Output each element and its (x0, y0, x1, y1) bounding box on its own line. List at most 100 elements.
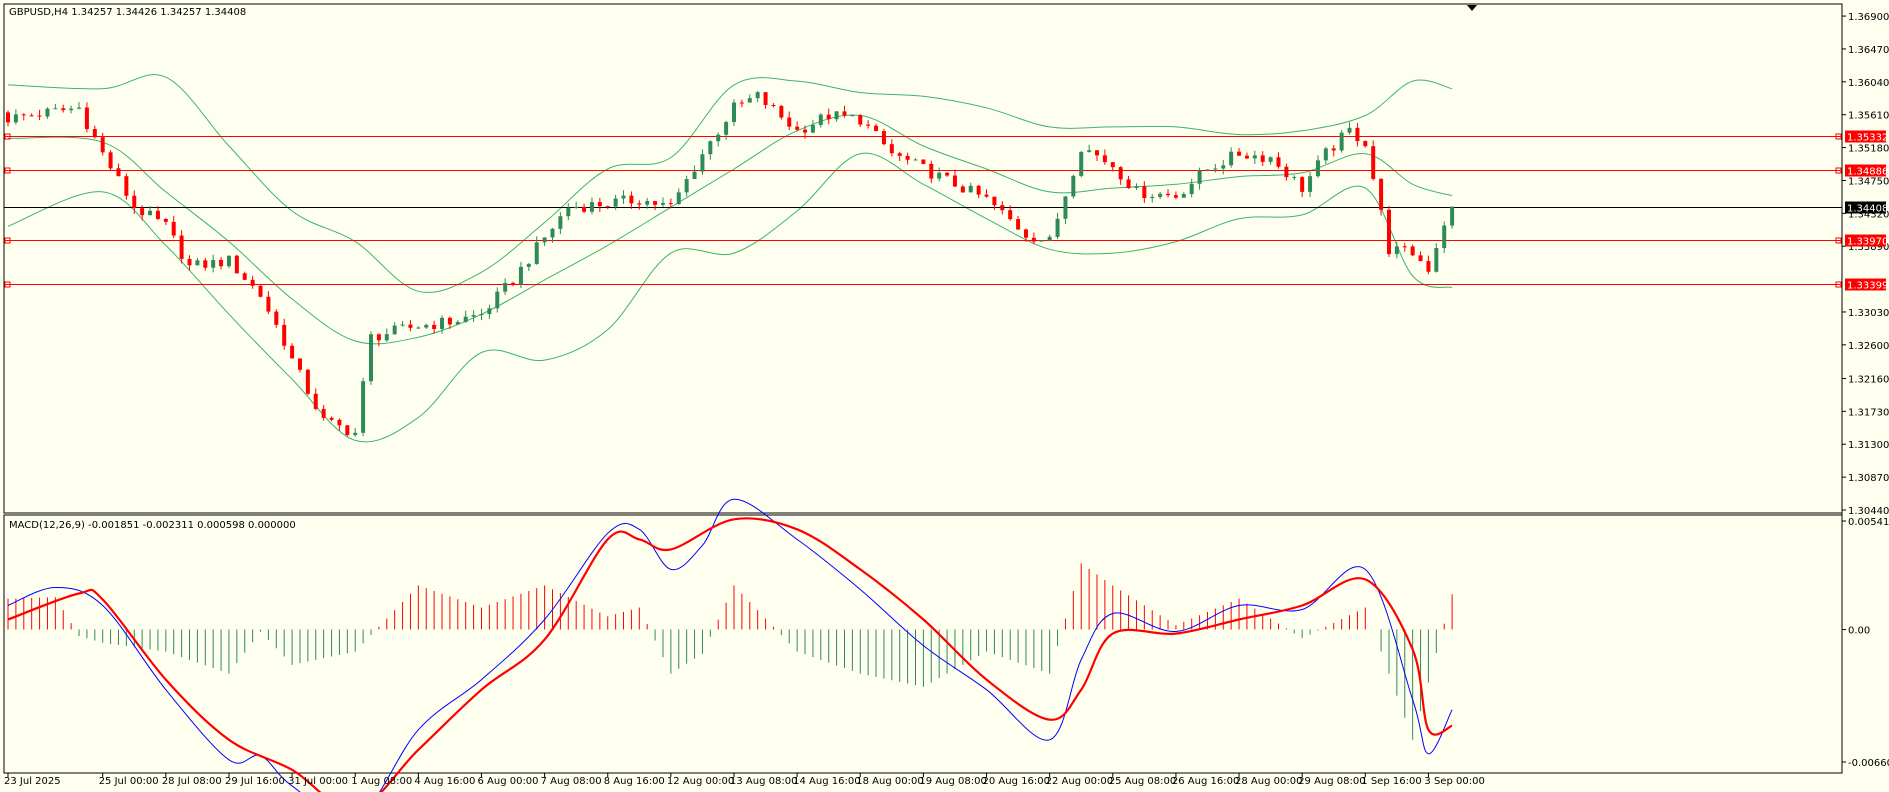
candle-bull (53, 108, 58, 110)
price-tick-label: 1.36900 (1848, 12, 1889, 23)
candle-bear (605, 206, 610, 208)
candle-bear (1166, 193, 1171, 196)
candle-bear (1331, 148, 1336, 151)
time-tick-label: 7 Aug 08:00 (541, 776, 602, 787)
candle-bull (1221, 165, 1226, 169)
candle-bear (1386, 209, 1391, 255)
chart-background (0, 0, 1889, 792)
candle-bear (313, 393, 318, 409)
candle-bull (195, 260, 200, 266)
candle-bear (1402, 246, 1407, 248)
time-tick-label: 28 Jul 08:00 (162, 776, 222, 787)
candle-bear (1379, 178, 1384, 210)
candle-bull (850, 115, 855, 117)
candle-bear (1008, 210, 1013, 220)
candle-bull (645, 201, 650, 205)
candle-bull (455, 321, 460, 325)
price-tick-label: 1.30870 (1848, 473, 1889, 484)
candle-bull (1213, 168, 1218, 170)
candle-bull (13, 114, 18, 123)
time-axis-ticks: 23 Jul 2025 25 Jul 00:00 28 Jul 08:00 29 Ju… (4, 773, 1485, 787)
candle-bear (511, 282, 516, 285)
candle-bear (795, 126, 800, 130)
candle-bull (1087, 150, 1092, 152)
price-tick-label: 1.35180 (1848, 144, 1889, 155)
candle-bull (45, 108, 50, 117)
candle-bear (1276, 157, 1281, 167)
candle-bull (716, 134, 721, 142)
candle-bear (637, 203, 642, 205)
time-tick-label: 14 Aug 16:00 (793, 776, 860, 787)
price-tick-label: 1.36470 (1848, 45, 1889, 56)
candle-bull (676, 192, 681, 204)
candle-bear (1237, 151, 1242, 156)
time-tick-label: 1 Sep 16:00 (1361, 776, 1421, 787)
candle-bear (305, 369, 310, 394)
macd-tick-label: 0.005416 (1848, 517, 1889, 528)
candle-bull (479, 314, 484, 316)
candle-bear (1244, 155, 1249, 159)
candle-bull (1442, 225, 1447, 249)
candle-bear (582, 206, 587, 212)
candle-bull (369, 334, 373, 382)
candle-bull (589, 202, 594, 212)
candle-bear (1284, 166, 1289, 178)
candle-bull (1252, 155, 1257, 159)
candle-bull (613, 198, 618, 207)
candle-bear (258, 285, 263, 297)
candle-bear (1118, 167, 1123, 180)
candle-bull (1158, 193, 1163, 197)
candle-bear (771, 104, 776, 106)
level-label: 1.33970 (1847, 237, 1888, 248)
time-tick-label: 28 Aug 00:00 (1235, 776, 1302, 787)
candle-bull (1079, 151, 1084, 176)
candle-bear (1142, 186, 1147, 199)
time-tick-label: 1 Aug 08:00 (351, 776, 412, 787)
candle-bear (329, 417, 334, 420)
candle-bear (889, 144, 894, 154)
candle-bear (803, 129, 808, 133)
candle-bull (660, 203, 665, 205)
candle-bear (787, 117, 792, 127)
candle-bear (116, 168, 121, 177)
macd-header: MACD(12,26,9) -0.001851 -0.002311 0.0005… (9, 520, 296, 531)
candle-bull (1315, 160, 1320, 177)
candle-bear (6, 112, 10, 123)
candle-bull (1229, 151, 1234, 166)
candle-bear (960, 186, 965, 193)
candle-bear (345, 425, 350, 436)
candle-bull (1292, 177, 1297, 179)
candle-bull (1039, 240, 1044, 242)
price-tick-label: 1.31300 (1848, 440, 1889, 451)
candle-bear (653, 201, 658, 205)
candle-bull (1150, 196, 1155, 199)
candle-bear (408, 324, 413, 328)
candle-bull (69, 108, 74, 111)
candle-bear (282, 324, 287, 346)
candle-bull (621, 195, 626, 199)
candle-bear (234, 255, 239, 274)
candle-bull (400, 324, 405, 326)
candle-bull (1394, 246, 1399, 255)
time-tick-label: 22 Aug 00:00 (1046, 776, 1113, 787)
candle-bull (77, 107, 82, 109)
time-tick-label: 13 Aug 08:00 (730, 776, 797, 787)
candle-bull (818, 114, 823, 125)
candle-bull (558, 216, 563, 229)
price-tick-label: 1.36040 (1848, 78, 1889, 89)
candle-bull (1308, 176, 1313, 192)
candle-bear (61, 108, 66, 111)
candle-bull (566, 207, 571, 217)
candle-bull (1434, 248, 1439, 272)
time-tick-label: 29 Aug 08:00 (1298, 776, 1365, 787)
candle-bull (1063, 196, 1068, 219)
time-tick-label: 29 Jul 16:00 (225, 776, 285, 787)
time-tick-label: 20 Aug 16:00 (983, 776, 1050, 787)
candle-bear (297, 358, 302, 370)
candle-bull (732, 102, 736, 123)
candle-bull (471, 315, 476, 317)
candle-bear (1095, 150, 1099, 156)
time-tick-label: 26 Aug 16:00 (1172, 776, 1239, 787)
candle-bull (550, 228, 555, 238)
candle-bull (1047, 236, 1052, 241)
